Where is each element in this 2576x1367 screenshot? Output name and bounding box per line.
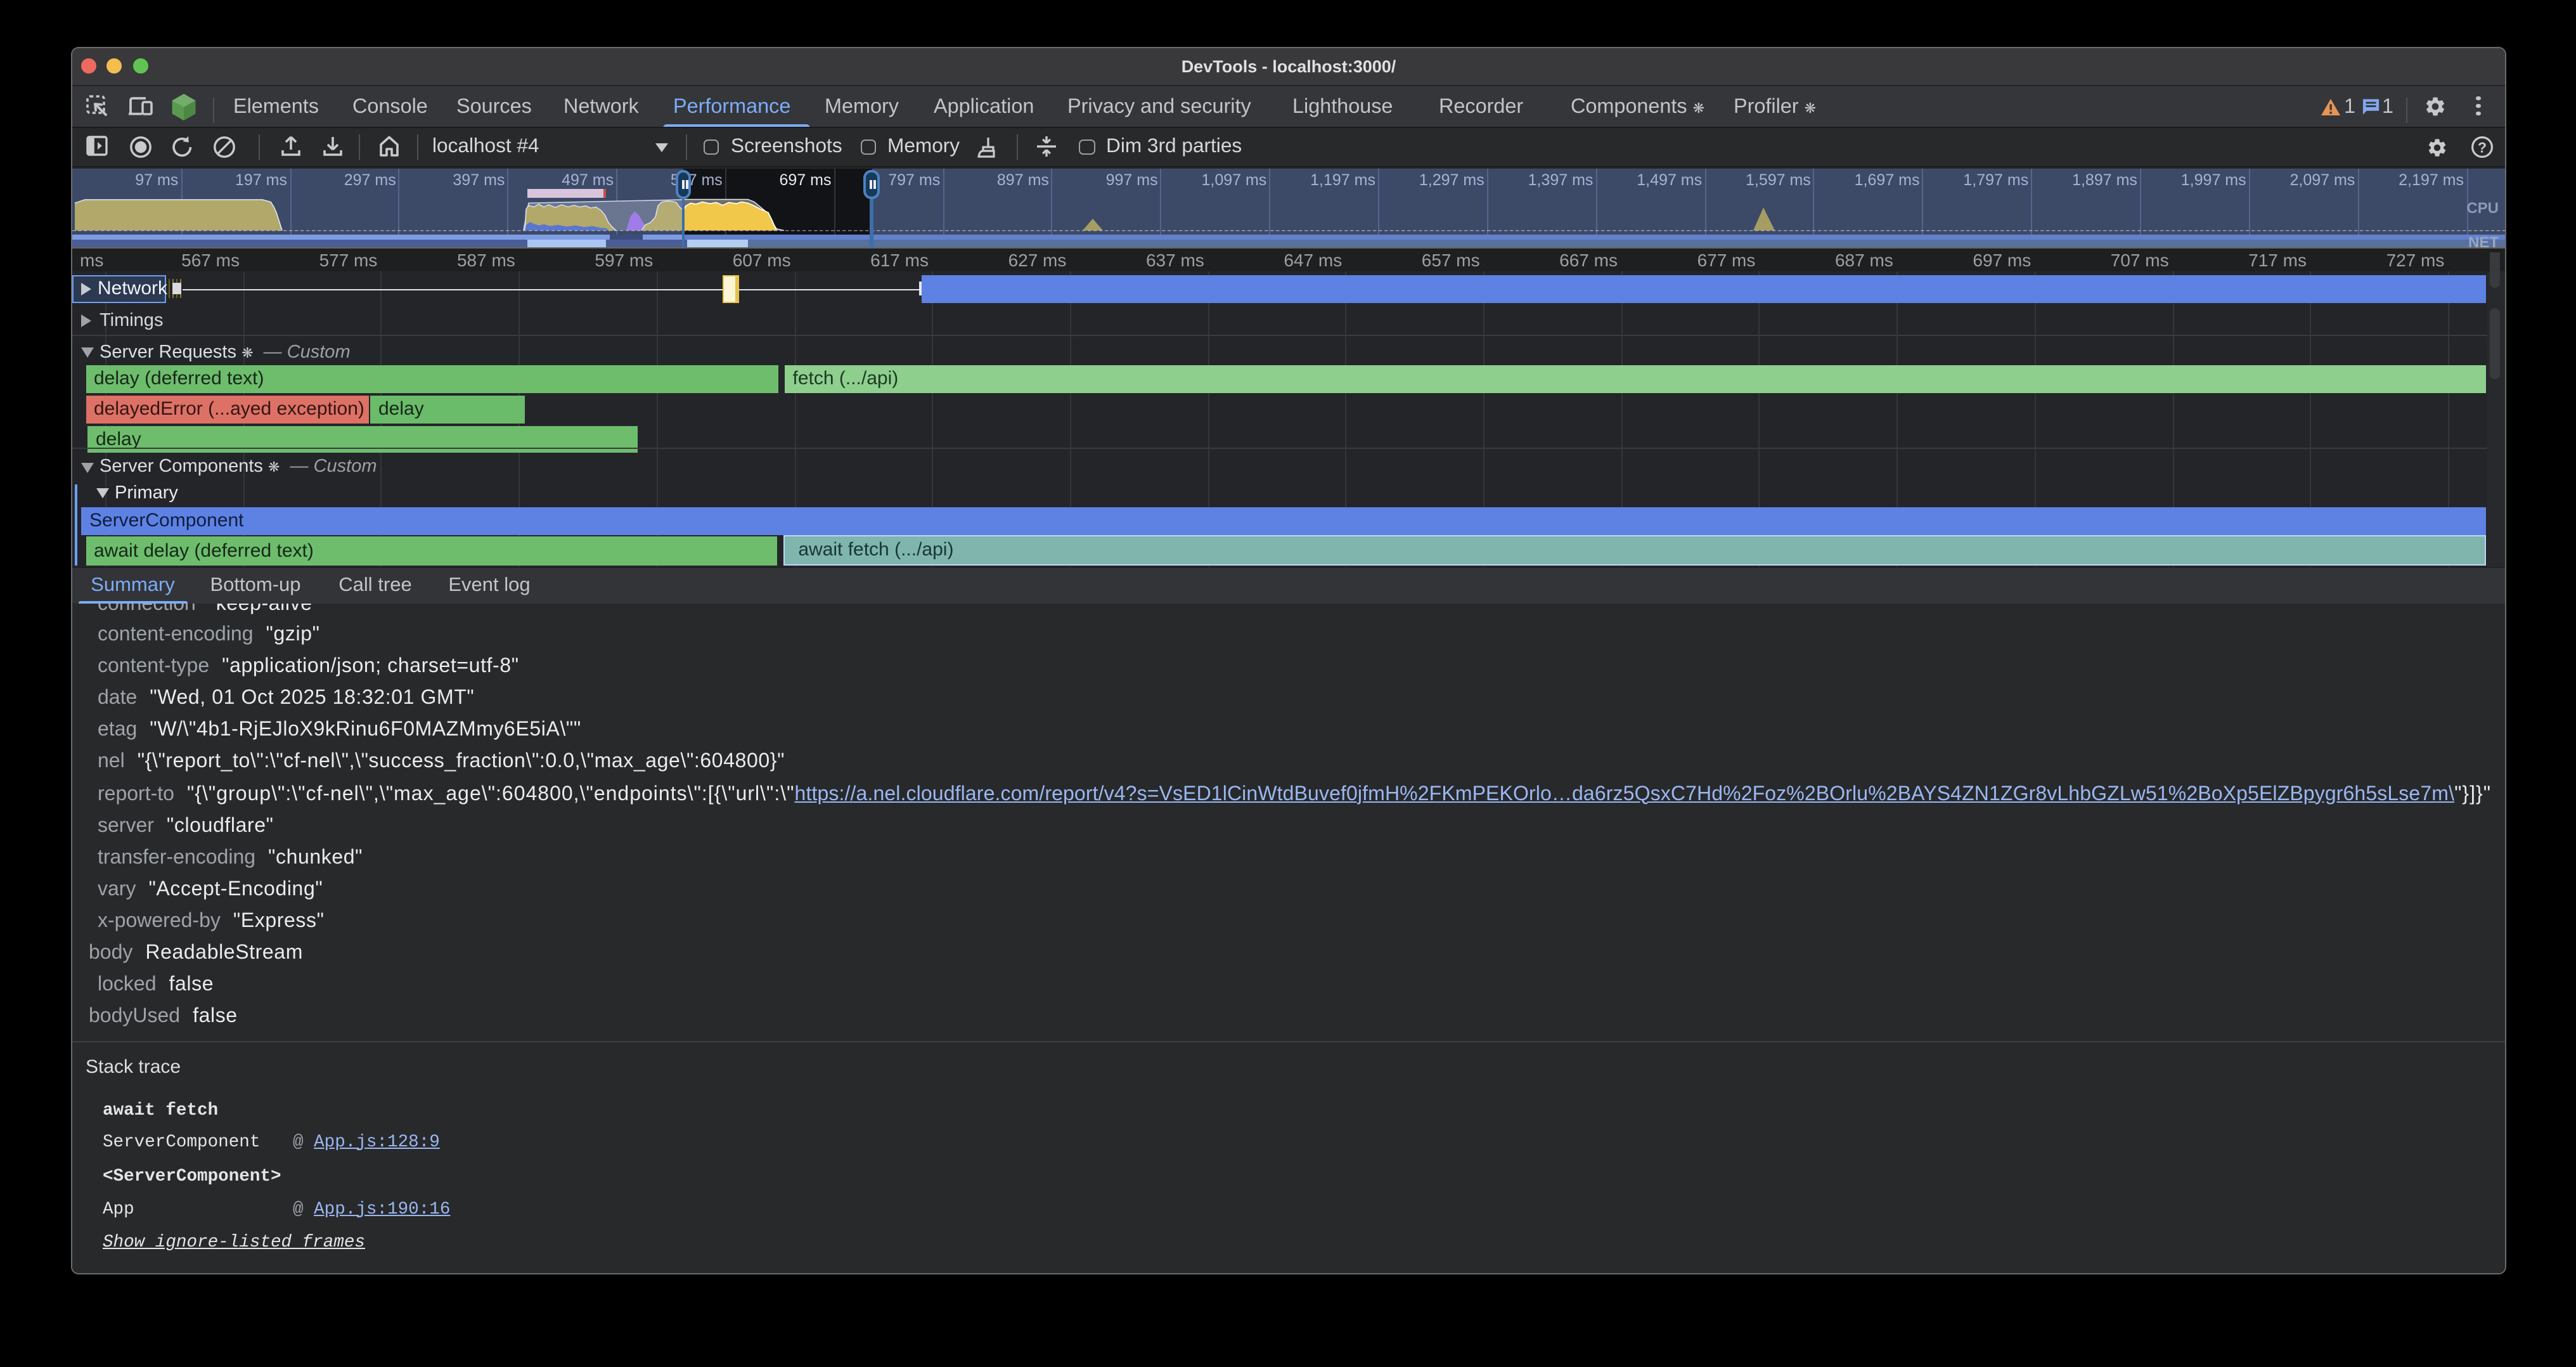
svg-text:?: ? xyxy=(2478,139,2487,156)
